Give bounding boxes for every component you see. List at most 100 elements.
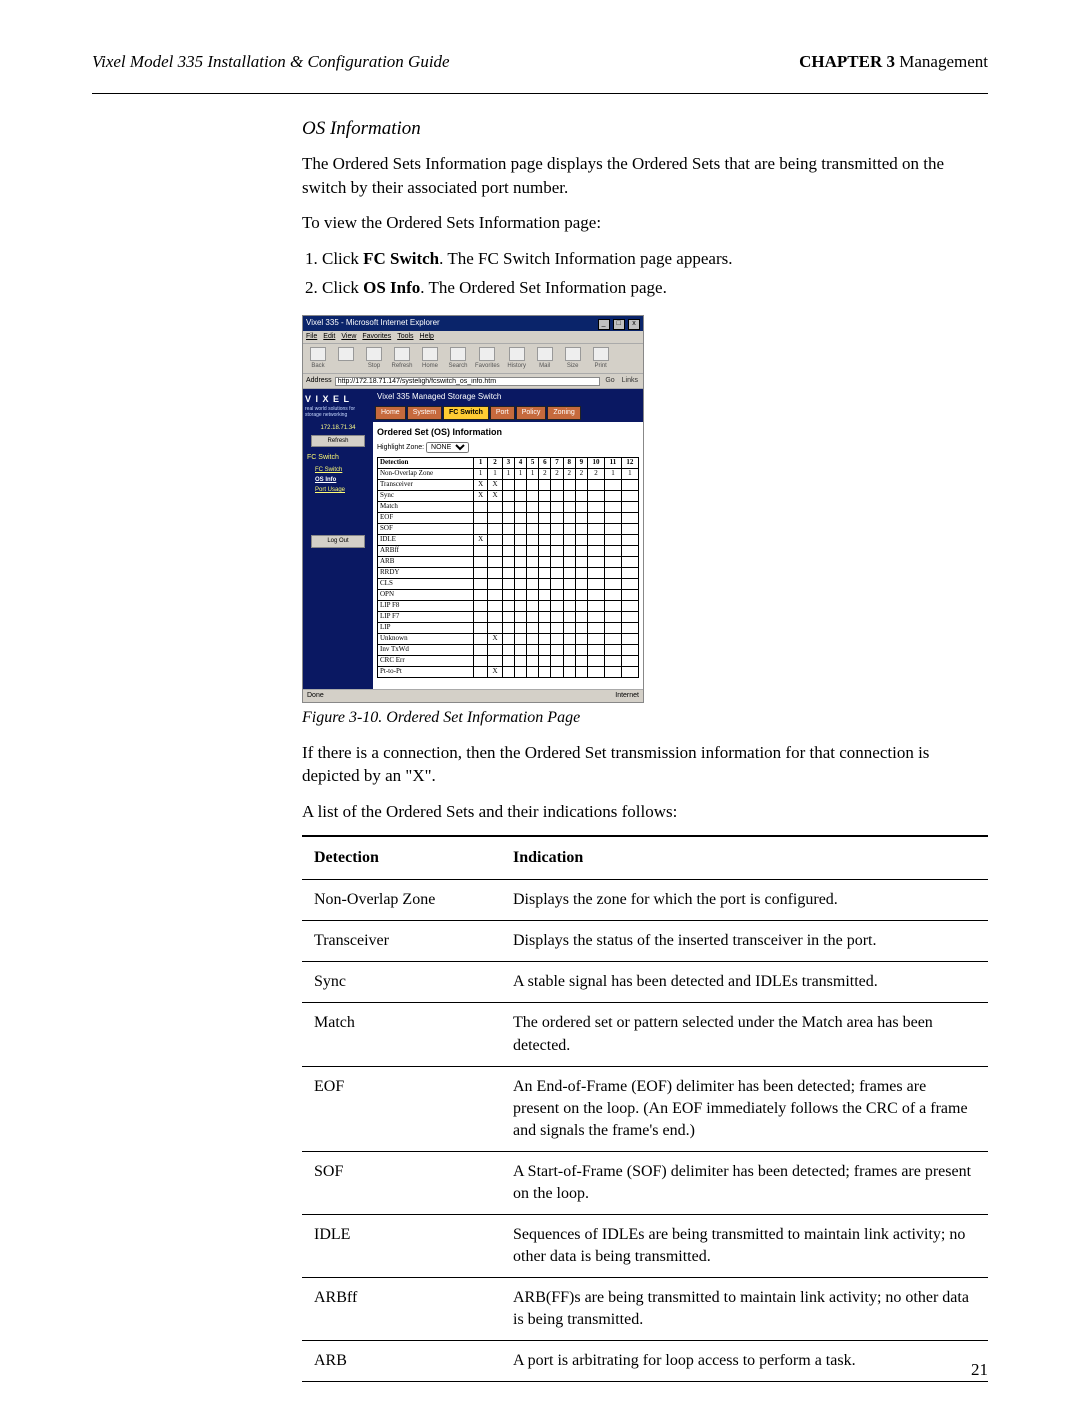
os-cell xyxy=(473,568,487,579)
os-cell xyxy=(527,546,539,557)
sidebar-item-fc-switch[interactable]: FC Switch xyxy=(305,465,371,475)
os-cell xyxy=(527,535,539,546)
tab-port[interactable]: Port xyxy=(490,406,515,420)
os-cell xyxy=(488,546,502,557)
toolbar-mail[interactable]: Mail xyxy=(534,347,556,370)
os-cell xyxy=(488,557,502,568)
address-input[interactable] xyxy=(335,377,601,386)
os-cell xyxy=(473,623,487,634)
intro-paragraph-1: The Ordered Sets Information page displa… xyxy=(302,152,988,199)
os-cell xyxy=(473,590,487,601)
chapter-name: Management xyxy=(895,52,988,71)
tab-bar: HomeSystemFC SwitchPortPolicyZoning xyxy=(373,404,643,422)
toolbar: Back Stop Refresh Home Search Favorites Histor… xyxy=(303,344,643,374)
step-1: Click FC Switch. The FC Switch Informati… xyxy=(322,247,988,270)
os-row-label: LIP F7 xyxy=(378,612,474,623)
menu-bar: File Edit View Favorites Tools Help xyxy=(303,331,643,344)
toolbar-home[interactable]: Home xyxy=(419,347,441,370)
ind-cell: IDLE xyxy=(302,1215,501,1278)
os-cell xyxy=(473,634,487,645)
toolbar-favorites[interactable]: Favorites xyxy=(475,347,500,370)
toolbar-back[interactable]: Back xyxy=(307,347,329,370)
table-row: ARB xyxy=(378,557,639,568)
os-cell xyxy=(587,513,604,524)
menu-tools[interactable]: Tools xyxy=(397,333,413,340)
tab-system[interactable]: System xyxy=(407,406,442,420)
menu-view[interactable]: View xyxy=(341,333,356,340)
os-row-label: CRC Err xyxy=(378,656,474,667)
os-cell xyxy=(473,524,487,535)
os-cell xyxy=(575,612,587,623)
tab-home[interactable]: Home xyxy=(375,406,406,420)
highlight-select[interactable]: NONE xyxy=(426,442,469,453)
ind-cell: Displays the zone for which the port is … xyxy=(501,880,988,921)
os-cell xyxy=(527,601,539,612)
refresh-button[interactable]: Refresh xyxy=(311,435,365,447)
toolbar-size[interactable]: Size xyxy=(562,347,584,370)
toolbar-refresh[interactable]: Refresh xyxy=(391,347,413,370)
main-panel: Vixel 335 Managed Storage Switch HomeSys… xyxy=(373,389,643,689)
table-row: TransceiverDisplays the status of the in… xyxy=(302,921,988,962)
os-cell xyxy=(563,502,575,513)
os-cell xyxy=(502,557,514,568)
tab-fc-switch[interactable]: FC Switch xyxy=(443,406,489,420)
sidebar-item-os-info[interactable]: OS Info xyxy=(305,475,371,485)
toolbar-print[interactable]: Print xyxy=(590,347,612,370)
toolbar-search[interactable]: Search xyxy=(447,347,469,370)
os-cell xyxy=(539,557,551,568)
table-row: ARBff xyxy=(378,546,639,557)
os-cell xyxy=(605,546,622,557)
os-cell xyxy=(514,612,526,623)
os-cell xyxy=(575,623,587,634)
tab-zoning[interactable]: Zoning xyxy=(547,406,580,420)
sidebar-category: FC Switch xyxy=(307,453,371,463)
os-cell xyxy=(551,557,563,568)
os-cell xyxy=(563,612,575,623)
maximize-icon[interactable]: □ xyxy=(613,319,625,330)
os-cell xyxy=(473,656,487,667)
os-cell xyxy=(621,623,638,634)
table-row: Non-Overlap ZoneDisplays the zone for wh… xyxy=(302,880,988,921)
os-cell xyxy=(563,601,575,612)
os-cell xyxy=(605,491,622,502)
os-col-port-5: 5 xyxy=(527,458,539,469)
os-cell xyxy=(514,535,526,546)
os-cell xyxy=(575,557,587,568)
window-buttons: _ □ x xyxy=(597,317,640,330)
toolbar-stop[interactable]: Stop xyxy=(363,347,385,370)
sidebar-item-port-usage[interactable]: Port Usage xyxy=(305,485,371,495)
go-button[interactable]: Go xyxy=(603,376,616,386)
sidebar: V I X E L real world solutions for stora… xyxy=(303,389,373,689)
os-cell xyxy=(527,568,539,579)
os-cell xyxy=(551,524,563,535)
os-cell xyxy=(575,524,587,535)
logout-button[interactable]: Log Out xyxy=(311,535,365,547)
os-cell xyxy=(621,656,638,667)
intro-paragraph-2: To view the Ordered Sets Information pag… xyxy=(302,211,988,234)
links-label[interactable]: Links xyxy=(620,376,640,386)
os-cell xyxy=(539,590,551,601)
menu-help[interactable]: Help xyxy=(420,333,434,340)
toolbar-history[interactable]: History xyxy=(506,347,528,370)
os-cell xyxy=(527,645,539,656)
ind-cell: SOF xyxy=(302,1151,501,1214)
close-icon[interactable]: x xyxy=(628,319,640,330)
minimize-icon[interactable]: _ xyxy=(598,319,610,330)
figure-caption: Figure 3-10. Ordered Set Information Pag… xyxy=(302,707,988,729)
address-label: Address xyxy=(306,376,332,386)
os-col-port-3: 3 xyxy=(502,458,514,469)
table-row: ARBffARB(FF)s are being transmitted to m… xyxy=(302,1278,988,1341)
table-row: LIP F8 xyxy=(378,601,639,612)
os-cell xyxy=(575,656,587,667)
menu-edit[interactable]: Edit xyxy=(323,333,335,340)
menu-favorites[interactable]: Favorites xyxy=(362,333,391,340)
table-row: SOFA Start-of-Frame (SOF) delimiter has … xyxy=(302,1151,988,1214)
stop-icon xyxy=(366,347,382,361)
menu-file[interactable]: File xyxy=(306,333,317,340)
os-cell xyxy=(473,557,487,568)
tab-policy[interactable]: Policy xyxy=(516,406,547,420)
search-icon xyxy=(450,347,466,361)
os-row-label: CLS xyxy=(378,579,474,590)
os-cell xyxy=(502,480,514,491)
product-banner: Vixel 335 Managed Storage Switch xyxy=(373,389,643,404)
